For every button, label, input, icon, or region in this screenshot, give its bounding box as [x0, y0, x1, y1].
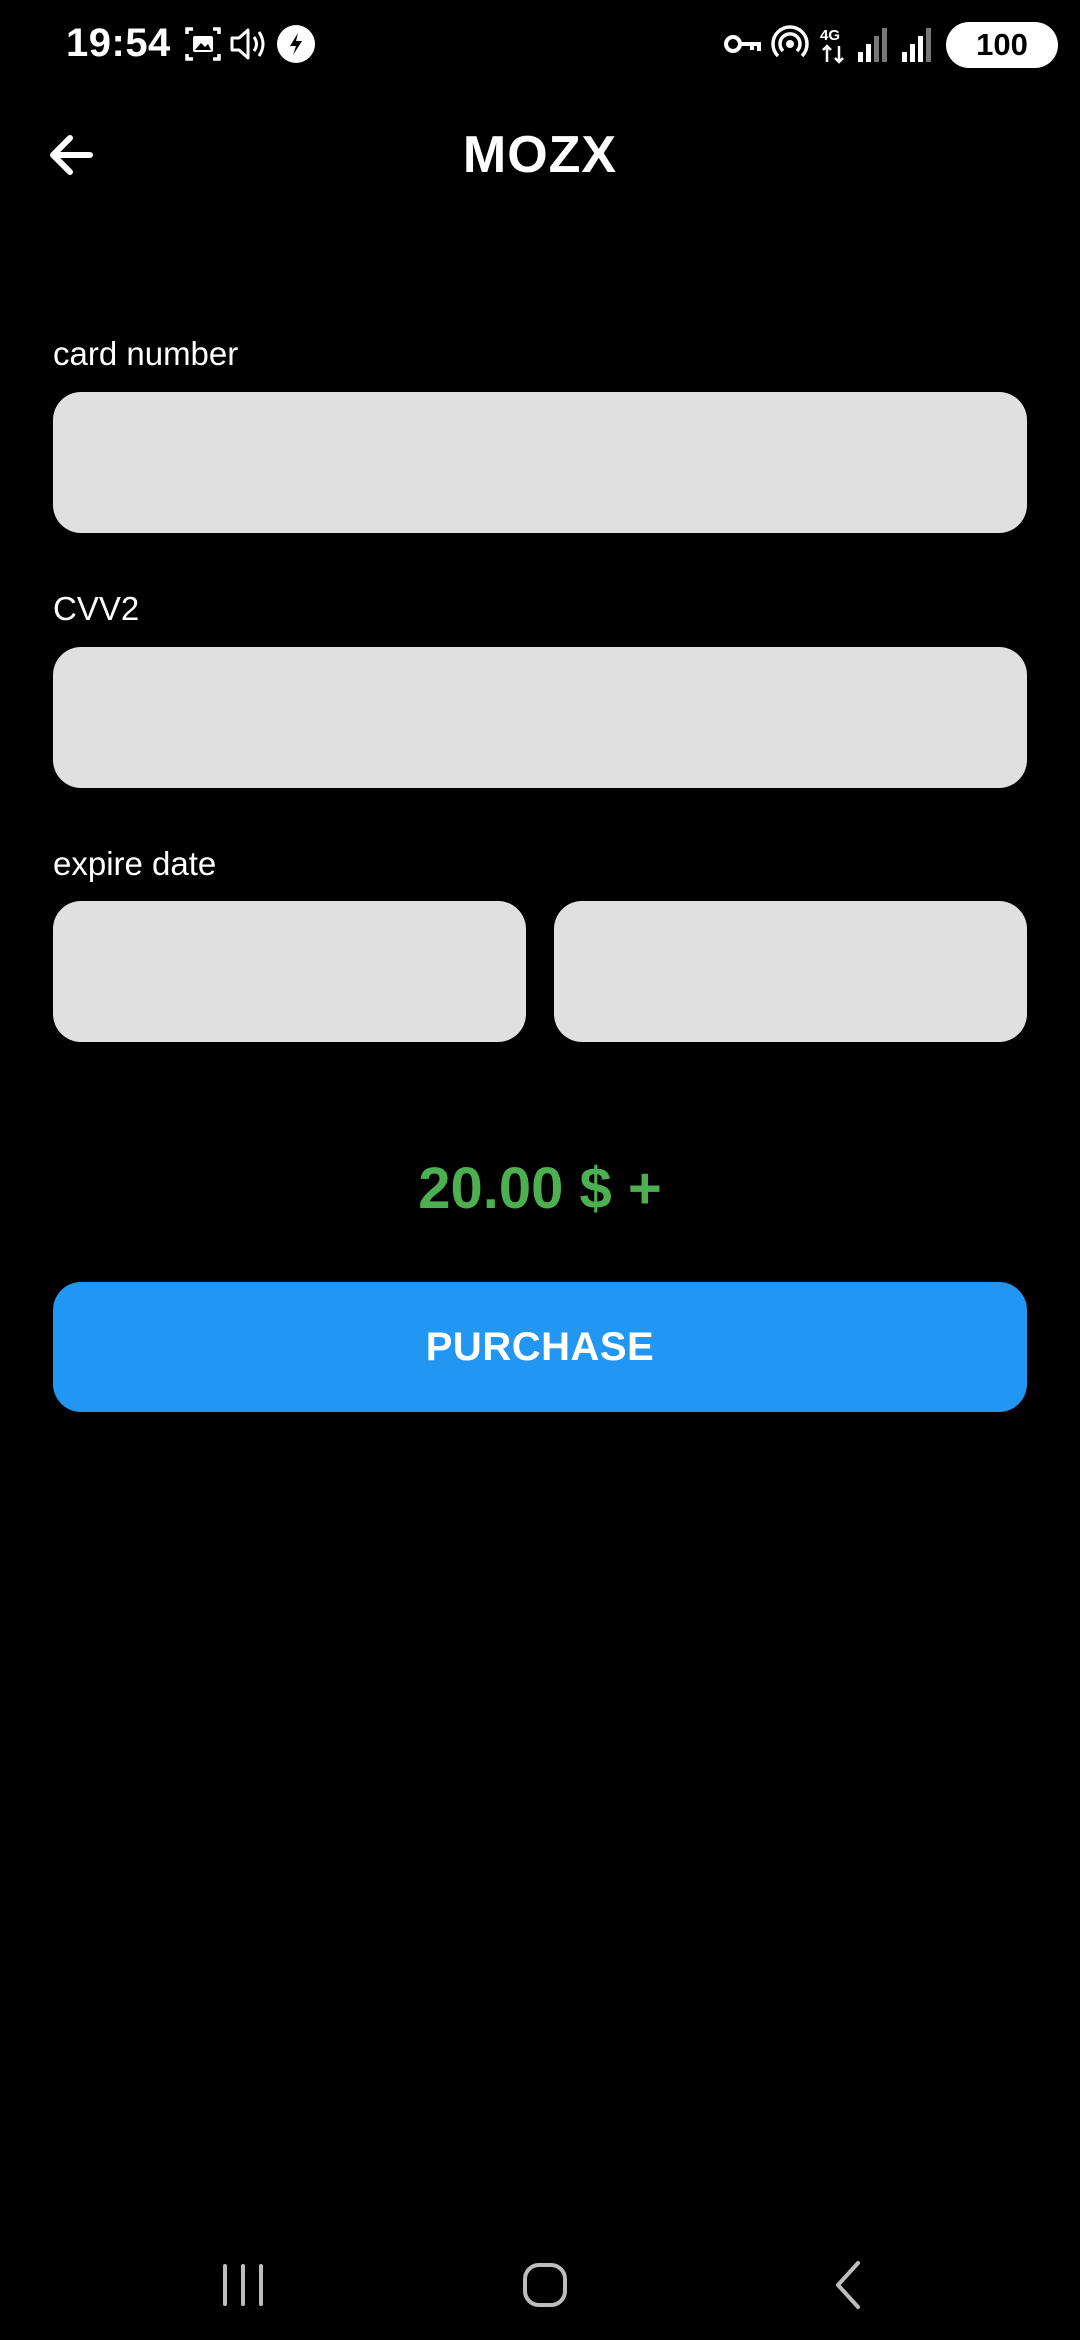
price-amount: 20.00 $ + [418, 1156, 662, 1221]
recent-apps-icon [223, 2264, 263, 2306]
vpn-key-icon [724, 35, 761, 53]
app-bar: MOZX [0, 110, 1080, 200]
expire-date-label: expire date [53, 845, 217, 882]
signal-2-icon [902, 28, 931, 62]
flash-app-icon [277, 25, 315, 63]
status-time: 19:54 [66, 21, 171, 65]
expire-month-input[interactable] [53, 901, 526, 1042]
battery-indicator: 100 [946, 22, 1058, 68]
card-number-label: card number [53, 335, 239, 372]
home-button[interactable] [500, 2250, 590, 2320]
app-title: MOZX [462, 126, 618, 184]
network-4g-icon: 4G [820, 27, 844, 64]
hotspot-icon [771, 25, 809, 58]
screenshot-icon [185, 27, 221, 61]
home-icon [523, 2263, 567, 2307]
card-number-input[interactable] [53, 392, 1027, 533]
navigation-bar [0, 2230, 1080, 2340]
recent-apps-button[interactable] [198, 2250, 288, 2320]
svg-text:4G: 4G [820, 27, 840, 44]
status-bar: 19:54 4G 100 [0, 0, 1080, 90]
cvv2-label: CVV2 [53, 590, 140, 627]
purchase-button[interactable]: PURCHASE [53, 1282, 1027, 1412]
signal-1-icon [858, 28, 887, 62]
volume-icon [230, 28, 265, 60]
system-back-button[interactable] [802, 2250, 892, 2320]
cvv2-input[interactable] [53, 647, 1027, 788]
back-icon [836, 2261, 860, 2309]
expire-year-input[interactable] [554, 901, 1027, 1042]
